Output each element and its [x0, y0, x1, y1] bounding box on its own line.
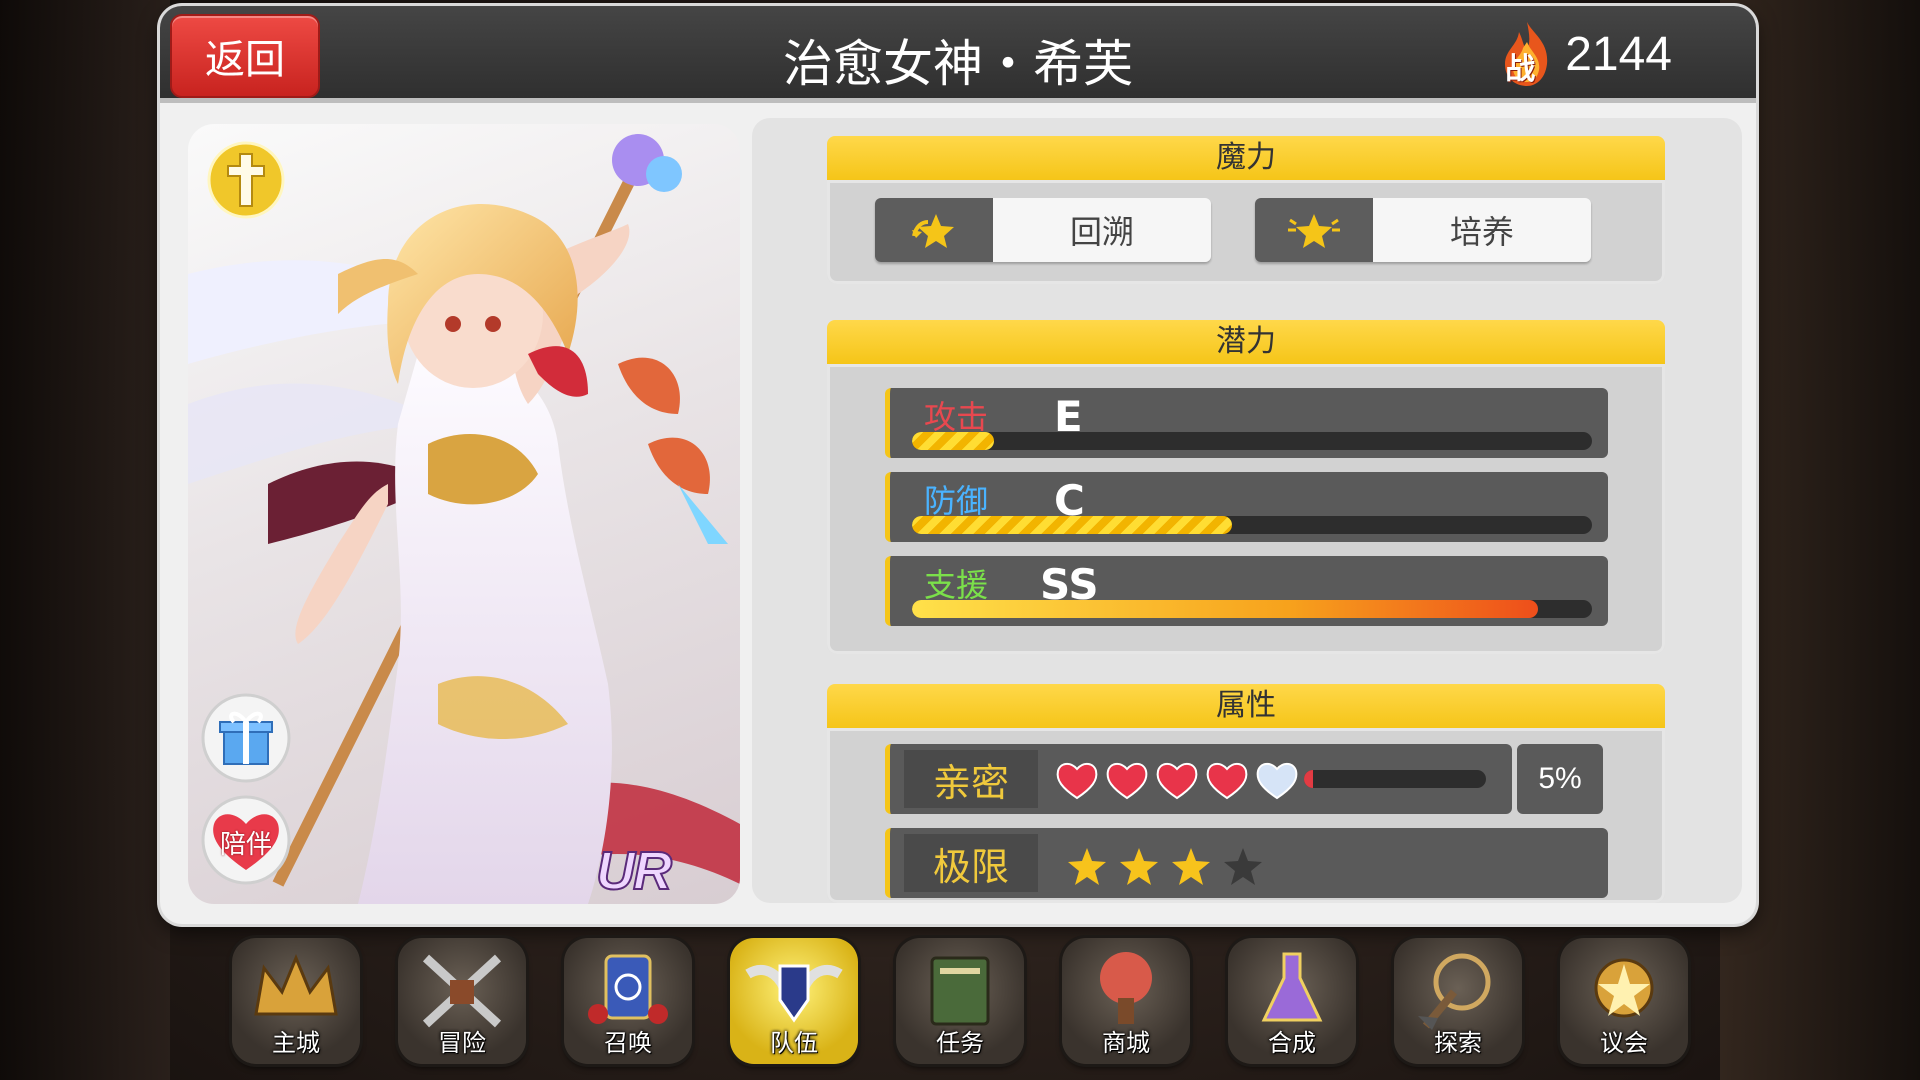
star-shine-icon	[1255, 198, 1373, 262]
rarity-badge: UR	[595, 840, 673, 902]
rollback-button[interactable]: 回溯	[875, 198, 1211, 262]
limit-stars	[1066, 846, 1264, 888]
heart-filled-icon	[1106, 763, 1148, 800]
accompany-label: 陪伴	[219, 829, 272, 859]
nav-label: 冒险	[438, 1030, 486, 1057]
background-left	[0, 0, 170, 1080]
nav-label: 合成	[1268, 1030, 1316, 1057]
crown-icon	[254, 954, 338, 1016]
character-detail-panel: 返回 治愈女神・希芙 战 2144 陪伴 UR 魔力 回溯 培养 潜力 攻击 E…	[160, 6, 1756, 924]
nav-summon-card[interactable]: 召唤	[564, 938, 692, 1064]
attributes-header: 属性	[827, 684, 1665, 728]
heart-filled-icon	[1156, 763, 1198, 800]
rollback-label: 回溯	[993, 198, 1211, 262]
nav-shovel-compass[interactable]: 探索	[1394, 938, 1522, 1064]
nav-winged-shield[interactable]: 队伍	[730, 938, 858, 1064]
nav-council-emblem[interactable]: 议会	[1560, 938, 1688, 1064]
magic-header: 魔力	[827, 136, 1665, 180]
star-back-icon	[875, 198, 993, 262]
nav-quest-book[interactable]: 任务	[896, 938, 1024, 1064]
potential-row-support: 支援 SS	[885, 556, 1608, 626]
quest-book-icon	[930, 956, 990, 1026]
heart-empty-icon	[1256, 763, 1298, 800]
combat-power: 战 2144	[1499, 20, 1672, 88]
summon-card-icon	[588, 954, 668, 1024]
winged-shield-icon	[745, 964, 843, 1023]
nav-label: 召唤	[604, 1030, 652, 1057]
nav-label: 商城	[1102, 1030, 1150, 1057]
potential-body: 攻击 E 防御 C 支援 SS	[827, 364, 1665, 654]
train-button[interactable]: 培养	[1255, 198, 1591, 262]
nav-label: 队伍	[770, 1030, 818, 1057]
heart-filled-icon	[1056, 763, 1098, 800]
crossed-swords-icon	[422, 954, 502, 1028]
limit-label: 极限	[904, 834, 1038, 892]
affinity-bar	[1304, 770, 1486, 788]
character-card[interactable]: 陪伴 UR	[188, 124, 740, 904]
power-badge-text: 战	[1505, 53, 1536, 86]
nav-shop-tree[interactable]: 商城	[1062, 938, 1190, 1064]
gift-button[interactable]	[200, 692, 292, 784]
affinity-row[interactable]: 亲密	[885, 744, 1512, 814]
potential-bar	[912, 600, 1592, 618]
nav-crossed-swords[interactable]: 冒险	[398, 938, 526, 1064]
affinity-hearts	[1054, 758, 1300, 800]
stats-area: 魔力 回溯 培养 潜力 攻击 E 防御 C 支援 SS 属性 亲密 5% 极限	[752, 118, 1742, 903]
attributes-body: 亲密 5% 极限	[827, 728, 1665, 903]
star-filled-icon	[1068, 848, 1106, 885]
potion-flask-icon	[1261, 952, 1323, 1022]
nav-label: 主城	[272, 1030, 320, 1057]
top-bar: 返回 治愈女神・希芙 战 2144	[160, 6, 1756, 103]
nav-label: 任务	[936, 1030, 984, 1057]
shovel-compass-icon	[1418, 953, 1491, 1030]
council-emblem-icon	[1594, 958, 1654, 1018]
power-value: 2144	[1565, 27, 1672, 81]
character-illustration	[188, 134, 740, 904]
potential-row-attack: 攻击 E	[885, 388, 1608, 458]
train-label: 培养	[1373, 198, 1591, 262]
star-filled-icon	[1120, 848, 1158, 885]
heart-filled-icon	[1206, 763, 1248, 800]
limit-row[interactable]: 极限	[885, 828, 1608, 898]
accompany-button[interactable]: 陪伴	[200, 794, 292, 886]
potential-bar	[912, 516, 1592, 534]
bottom-nav: 主城 冒险 召唤 队伍 任务 商城 合成 探索 议会	[232, 938, 1692, 1070]
shop-tree-icon	[1100, 952, 1152, 1024]
potential-header: 潜力	[827, 320, 1665, 364]
magic-body: 回溯 培养	[827, 180, 1665, 284]
flame-icon: 战	[1499, 20, 1555, 88]
affinity-label: 亲密	[904, 750, 1038, 808]
nav-crown[interactable]: 主城	[232, 938, 360, 1064]
potential-bar	[912, 432, 1592, 450]
star-empty-icon	[1224, 848, 1262, 885]
priest-cross-icon	[206, 140, 286, 220]
gift-box-icon	[201, 693, 291, 783]
nav-label: 议会	[1600, 1030, 1648, 1057]
star-filled-icon	[1172, 848, 1210, 885]
nav-label: 探索	[1434, 1030, 1482, 1057]
affinity-percent: 5%	[1517, 744, 1603, 814]
potential-row-defense: 防御 C	[885, 472, 1608, 542]
nav-potion-flask[interactable]: 合成	[1228, 938, 1356, 1064]
